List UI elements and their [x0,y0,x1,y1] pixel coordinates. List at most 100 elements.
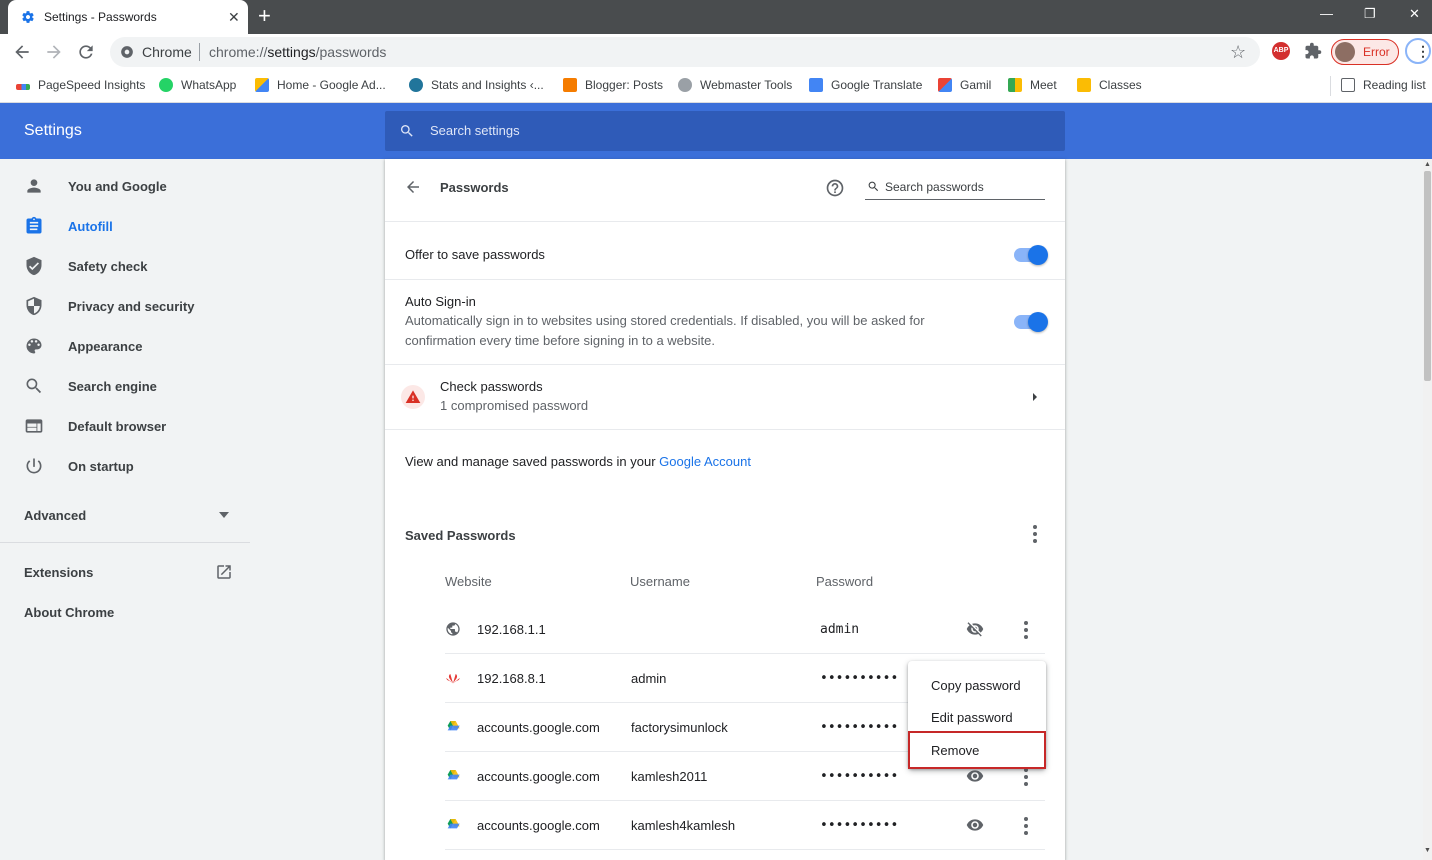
eye-off-icon[interactable] [964,620,986,638]
omnibox-separator [199,43,200,61]
chrome-menu-button[interactable]: ⋮ [1405,38,1431,64]
shield-half-icon [26,296,42,316]
minimize-icon[interactable]: — [1320,6,1333,21]
restore-icon[interactable]: ❐ [1364,6,1376,22]
google-drive-icon [447,721,460,731]
classroom-icon [1077,77,1091,92]
address-bar[interactable]: Chrome chrome://settings/passwords ☆ [110,37,1260,67]
saved-passwords-header: Saved Passwords [405,528,516,543]
help-icon[interactable] [825,178,845,198]
meet-icon [1008,77,1022,92]
sidebar-item-autofill[interactable]: Autofill [0,206,250,246]
auto-signin-label: Auto Sign-in [405,294,476,309]
browser-tab[interactable]: Settings - Passwords ✕ [8,0,248,34]
bookmark-webmaster[interactable]: Webmaster Tools [678,77,792,93]
sidebar-item-label: Safety check [68,259,148,274]
gmail-icon [938,77,952,92]
extensions-puzzle-icon[interactable] [1304,42,1322,60]
eye-icon[interactable] [964,767,986,785]
row-password: •••••••••• [820,818,899,833]
column-header-username: Username [630,574,690,589]
reload-icon[interactable] [76,42,96,62]
bookmark-whatsapp[interactable]: WhatsApp [159,77,236,93]
row-website: accounts.google.com [477,818,600,833]
divider [385,221,1065,222]
eye-icon[interactable] [964,816,986,834]
column-header-password: Password [816,574,874,589]
auto-signin-toggle[interactable] [1014,312,1048,332]
search-passwords-input[interactable]: Search passwords [865,178,1045,200]
sidebar-item-label: You and Google [68,179,167,194]
row-website: accounts.google.com [477,720,600,735]
sidebar-divider [0,542,250,543]
page-scrollbar[interactable]: ▲ ▼ [1423,159,1432,860]
bookmark-google-ads[interactable]: Home - Google Ad... [255,77,386,93]
bookmark-star-icon[interactable]: ☆ [1230,42,1246,62]
bookmark-meet[interactable]: Meet [1008,77,1057,93]
close-tab-icon[interactable]: ✕ [228,9,240,25]
sidebar-item-on-startup[interactable]: On startup [0,446,250,486]
huawei-icon [446,674,460,684]
webmaster-icon [678,77,692,92]
globe-icon [446,622,460,636]
row-password: admin [820,622,860,637]
offer-to-save-label: Offer to save passwords [405,247,545,262]
sidebar-item-about-chrome[interactable]: About Chrome [24,605,114,620]
search-settings-input[interactable]: Search settings [385,111,1065,151]
sidebar-item-you-and-google[interactable]: You and Google [0,166,250,206]
sidebar-item-appearance[interactable]: Appearance [0,326,250,366]
divider [385,279,1065,280]
toggle-knob [1028,245,1048,265]
new-tab-icon[interactable]: + [258,5,271,27]
window-close-icon[interactable]: ✕ [1409,6,1420,22]
row-more-icon[interactable] [1023,817,1029,835]
back-icon[interactable] [12,42,32,62]
row-username: factorysimunlock [631,720,728,735]
back-arrow-icon[interactable] [403,178,423,196]
search-passwords-placeholder: Search passwords [885,180,984,194]
bookmark-gmail[interactable]: Gamil [938,77,991,93]
reading-list-button[interactable]: Reading list [1341,77,1426,93]
advanced-label: Advanced [24,508,87,523]
row-username: kamlesh4kamlesh [631,818,736,833]
scroll-up-icon[interactable]: ▲ [1424,161,1431,168]
scrollbar-thumb[interactable] [1424,171,1431,381]
sidebar-item-safety-check[interactable]: Safety check [0,246,250,286]
row-website: 192.168.1.1 [477,622,546,637]
scroll-down-icon[interactable]: ▼ [1424,847,1431,854]
bookmark-blogger[interactable]: Blogger: Posts [563,77,663,93]
row-divider [445,849,1045,850]
check-passwords-title: Check passwords [440,379,543,394]
translate-icon [809,77,823,92]
menu-item-copy-password[interactable]: Copy password [908,669,1046,701]
bookmark-pagespeed[interactable]: PageSpeed Insights [16,77,145,93]
bookmark-wordpress[interactable]: Stats and Insights ‹... [409,77,544,93]
row-more-icon[interactable] [1023,621,1029,639]
manage-passwords-text: View and manage saved passwords in your … [405,454,751,469]
omnibox-chip: Chrome [142,44,192,60]
offer-to-save-toggle[interactable] [1014,245,1048,265]
menu-item-remove[interactable]: Remove [908,731,1046,769]
bookmark-classes[interactable]: Classes [1077,77,1142,93]
menu-item-edit-password[interactable]: Edit password [908,701,1046,733]
saved-passwords-menu-icon[interactable] [1032,525,1038,543]
search-settings-placeholder: Search settings [430,123,520,138]
palette-icon [26,338,42,354]
bookmark-translate[interactable]: Google Translate [809,77,922,93]
more-vert-icon: ⋮ [1416,43,1430,59]
row-password: •••••••••• [820,720,899,735]
blogger-icon [563,77,577,92]
power-icon [26,458,42,474]
sidebar-item-privacy-security[interactable]: Privacy and security [0,286,250,326]
row-more-icon[interactable] [1023,768,1029,786]
forward-icon[interactable] [44,42,64,62]
chevron-right-icon [1033,393,1037,401]
open-in-new-icon [217,565,231,579]
toggle-knob [1028,312,1048,332]
google-account-link[interactable]: Google Account [659,454,751,469]
adblock-icon[interactable]: ABP [1272,42,1290,60]
wordpress-icon [409,77,423,92]
profile-button[interactable]: Error [1331,39,1399,65]
sidebar-item-search-engine[interactable]: Search engine [0,366,250,406]
sidebar-item-default-browser[interactable]: Default browser [0,406,250,446]
